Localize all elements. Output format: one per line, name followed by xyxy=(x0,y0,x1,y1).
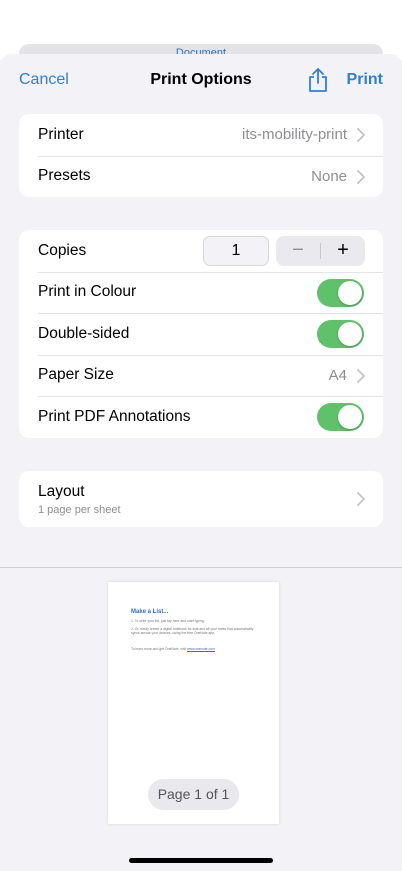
toggle-knob xyxy=(338,280,362,305)
decrement-button[interactable]: − xyxy=(276,236,320,266)
double-sided-label: Double-sided xyxy=(38,324,130,342)
printer-label: Printer xyxy=(38,125,84,143)
copies-row: Copies 1 − + xyxy=(19,230,383,272)
presets-value: None xyxy=(311,167,347,185)
copies-label: Copies xyxy=(38,241,87,259)
chevron-right-icon xyxy=(357,492,365,506)
paper-size-value: A4 xyxy=(328,366,347,384)
toggle-knob xyxy=(338,405,362,429)
print-in-colour-label: Print in Colour xyxy=(38,283,137,301)
share-icon[interactable] xyxy=(306,67,330,93)
preview-line-2: 2. Or, easily create a digital notebook … xyxy=(131,627,254,635)
preview-line-1: 1. To write your list, just tap here and… xyxy=(131,619,205,623)
navbar: Cancel Print Options Print xyxy=(0,54,402,106)
preview-line-3: To learn more and get OneNote, visit www… xyxy=(131,647,261,651)
print-in-colour-toggle[interactable] xyxy=(317,278,364,307)
print-in-colour-row: Print in Colour xyxy=(19,271,383,314)
preview-heading: Make a List... xyxy=(131,609,169,615)
printer-value: its-mobility-print xyxy=(241,126,347,144)
layout-group: Layout 1 page per sheet xyxy=(19,471,383,527)
print-pdf-annotations-row: Print PDF Annotations xyxy=(19,396,383,438)
layout-subtitle: 1 page per sheet xyxy=(38,504,121,516)
section-divider xyxy=(0,567,402,568)
printer-group: Printer its-mobility-print Presets None xyxy=(19,114,383,197)
page-count-badge: Page 1 of 1 xyxy=(148,779,239,810)
print-button[interactable]: Print xyxy=(347,71,383,89)
paper-size-label: Paper Size xyxy=(38,366,114,384)
chevron-right-icon xyxy=(357,169,365,184)
printer-row[interactable]: Printer its-mobility-print xyxy=(19,114,383,156)
page-title: Print Options xyxy=(150,71,252,88)
preview-line-3-text: To learn more and get OneNote, visit xyxy=(131,647,188,651)
presets-row[interactable]: Presets None xyxy=(19,155,383,198)
double-sided-toggle[interactable] xyxy=(317,320,364,348)
home-indicator[interactable] xyxy=(129,858,273,863)
preview-link: www.onenote.com xyxy=(187,647,215,651)
paper-size-row[interactable]: Paper Size A4 xyxy=(19,354,383,397)
chevron-right-icon xyxy=(357,128,365,142)
copies-stepper: − + xyxy=(276,236,365,266)
increment-button[interactable]: + xyxy=(321,236,365,266)
toggle-knob xyxy=(338,322,362,346)
print-pdf-annotations-toggle[interactable] xyxy=(317,403,364,431)
copies-field[interactable]: 1 xyxy=(203,236,269,266)
layout-row[interactable]: Layout 1 page per sheet xyxy=(19,471,383,527)
double-sided-row: Double-sided xyxy=(19,313,383,355)
options-group: Copies 1 − + Print in Colour Double-side… xyxy=(19,230,383,438)
print-pdf-annotations-label: Print PDF Annotations xyxy=(38,407,191,425)
layout-label: Layout xyxy=(38,483,85,500)
presets-label: Presets xyxy=(38,167,91,185)
chevron-right-icon xyxy=(357,368,365,383)
